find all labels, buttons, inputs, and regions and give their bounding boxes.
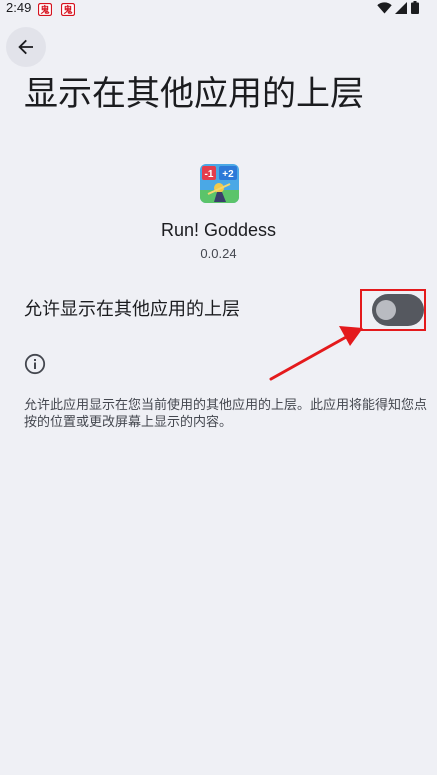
app-version: 0.0.24 (200, 246, 237, 261)
app-name: Run! Goddess (160, 220, 277, 240)
app-icon-badge-plus: +2 (222, 169, 234, 180)
status-bar: 2:49 鬼 鬼 (0, 0, 437, 17)
status-time: 2:49 (6, 0, 32, 15)
app-notification-icon: 鬼 (37, 1, 53, 17)
app-icon-badge-minus: -1 (205, 169, 214, 180)
annotation-highlight-box (360, 289, 426, 331)
app-notification-icon: 鬼 (60, 1, 76, 17)
arrow-back-icon (18, 39, 33, 55)
page-title: 显示在其他应用的上层 (24, 74, 364, 114)
wifi-icon (377, 2, 392, 14)
permission-description: 允许此应用显示在您当前使用的其他应用的上层。此应用将能得知您点按的位置或更改屏幕… (24, 398, 428, 430)
permission-label: 允许显示在其他应用的上层 (24, 299, 240, 320)
battery-icon (411, 1, 419, 14)
cellular-signal-icon (395, 2, 407, 14)
back-button[interactable] (6, 27, 46, 67)
run-goddess-app-icon: -1 +2 (200, 164, 239, 203)
svg-text:鬼: 鬼 (40, 4, 49, 16)
info-icon (24, 353, 46, 375)
svg-text:鬼: 鬼 (63, 4, 72, 16)
